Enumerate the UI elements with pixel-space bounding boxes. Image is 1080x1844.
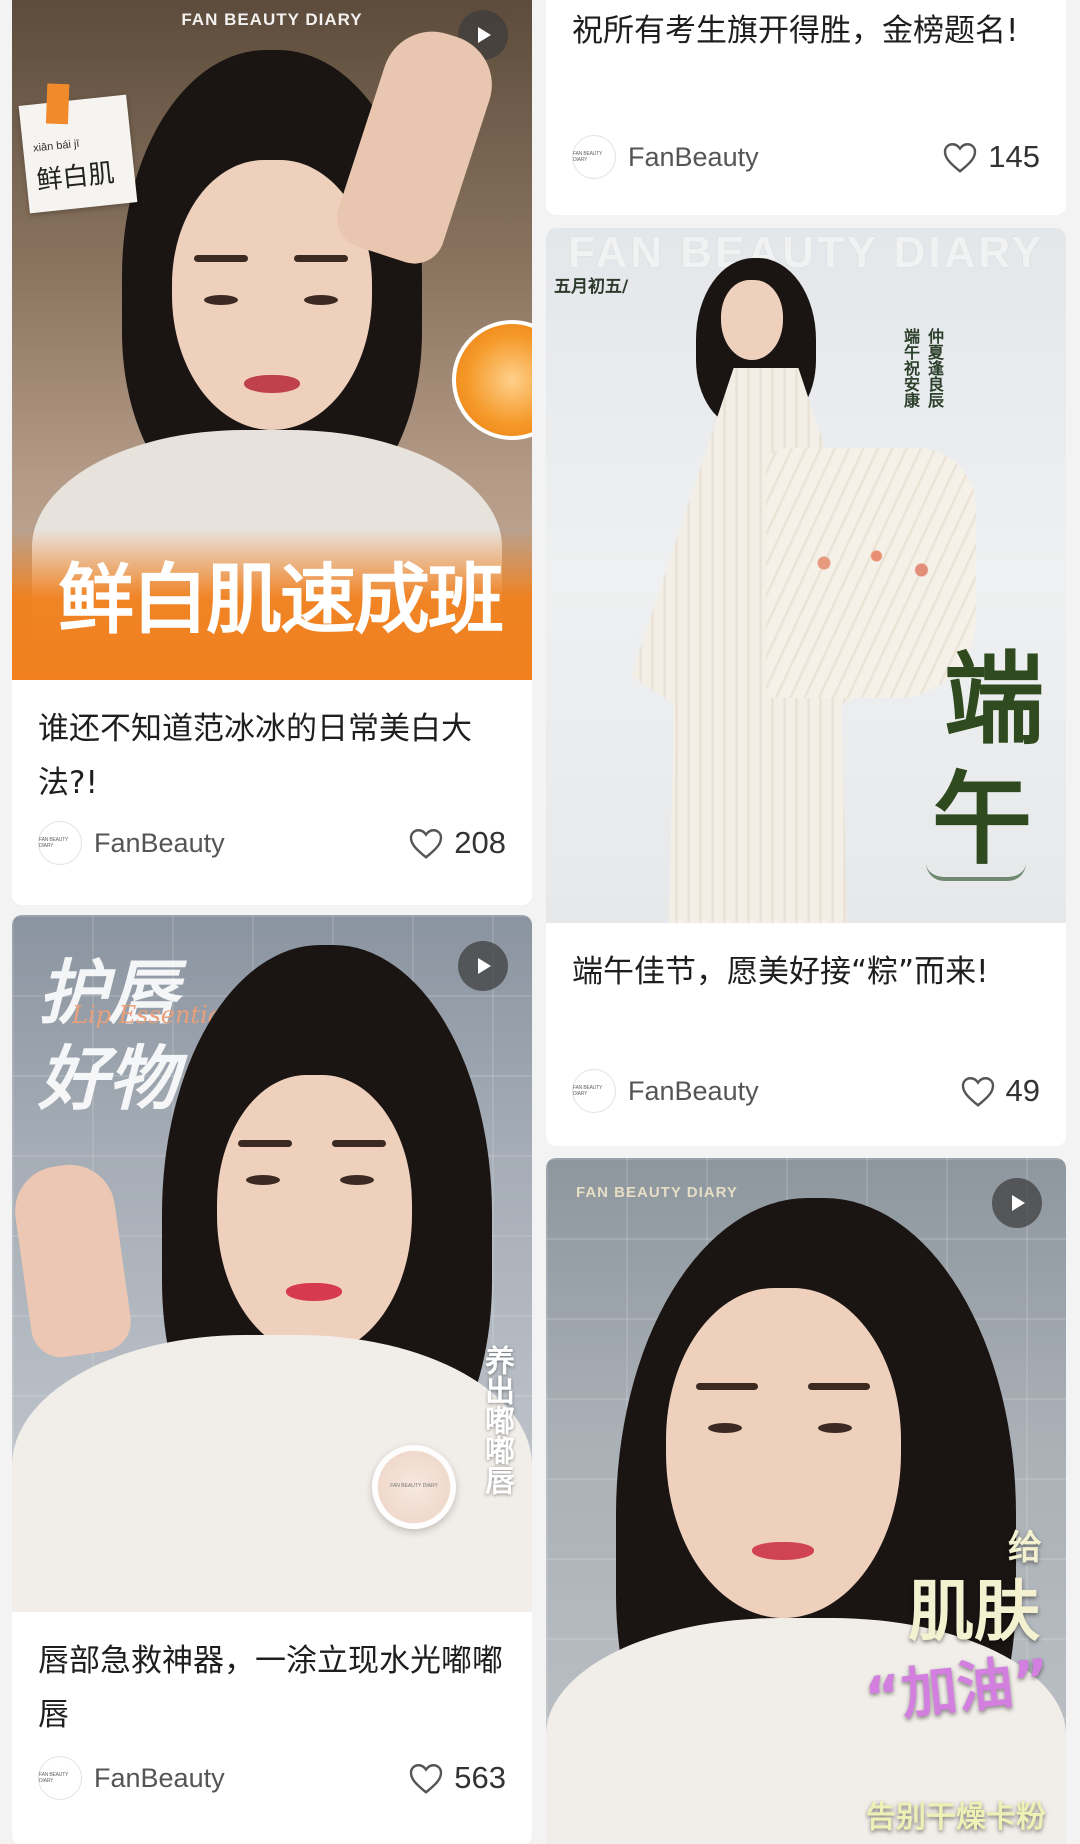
- like-button[interactable]: 49: [960, 1073, 1040, 1109]
- cover-vertical-text: 养出嘟嘟唇: [479, 1345, 514, 1495]
- brand-watermark: FAN BEAUTY DIARY: [181, 10, 363, 29]
- author-name[interactable]: FanBeauty: [628, 1076, 960, 1107]
- note-title: 端午佳节，愿美好接“粽”而来!: [572, 954, 989, 990]
- cover-sticky-label: xiān bái jī 鲜白肌: [18, 83, 138, 214]
- note-cover-image[interactable]: FAN BEAUTY DIARY 五月初五/ 仲夏逢良辰 端午祝安康 端 午: [546, 228, 1066, 923]
- like-count: 49: [1005, 1073, 1040, 1108]
- author-avatar[interactable]: FAN BEAUTY DIARY: [38, 1756, 82, 1800]
- author-avatar[interactable]: FAN BEAUTY DIARY: [572, 1069, 616, 1113]
- heart-outline-icon: [410, 1764, 443, 1794]
- brand-watermark: FAN BEAUTY DIARY: [576, 1184, 738, 1201]
- like-button[interactable]: 208: [408, 825, 506, 861]
- note-title: 谁还不知道范冰冰的日常美白大法?!: [38, 711, 472, 801]
- dragon-boat-graphic: [926, 863, 1026, 881]
- cover-headline: 鲜白肌速成班: [58, 555, 504, 644]
- cover-footer-text: 告别干燥卡粉: [866, 1800, 1046, 1835]
- author-avatar[interactable]: FAN BEAUTY DIARY: [572, 135, 616, 179]
- play-icon[interactable]: [992, 1178, 1042, 1228]
- heart-outline-icon: [410, 829, 443, 859]
- note-meta: FAN BEAUTY DIARY FanBeauty 49: [572, 1068, 1040, 1114]
- note-card[interactable]: 祝所有考生旗开得胜，金榜题名! FAN BEAUTY DIARY FanBeau…: [546, 0, 1066, 215]
- author-name[interactable]: FanBeauty: [94, 1763, 408, 1794]
- like-count: 208: [454, 825, 506, 860]
- note-card[interactable]: FAN BEAUTY DIARY 肌肤 给 “加油” 告别干燥卡粉: [546, 1158, 1066, 1844]
- play-icon[interactable]: [458, 941, 508, 991]
- note-cover-image[interactable]: FAN BEAUTY DIARY 肌肤 给 “加油” 告别干燥卡粉: [546, 1158, 1066, 1844]
- note-card[interactable]: 护唇 好物 Lip Essentials FAN BEAUTY DIARY 养出…: [12, 915, 532, 1844]
- note-cover-image[interactable]: 护唇 好物 Lip Essentials FAN BEAUTY DIARY 养出…: [12, 915, 532, 1612]
- note-title: 唇部急救神器，一涂立现水光嘟嘟唇: [38, 1643, 503, 1733]
- like-count: 563: [454, 1760, 506, 1795]
- cover-poem-right: 仲夏逢良辰: [925, 328, 944, 408]
- heart-outline-icon: [944, 143, 977, 173]
- cover-headline-bottom: 午: [932, 760, 1032, 878]
- like-count: 145: [988, 139, 1040, 174]
- note-card[interactable]: FAN BEAUTY DIARY xiān bái jī 鲜白肌 鲜白肌速成班 …: [12, 0, 532, 905]
- brand-watermark: FAN BEAUTY DIARY: [568, 228, 1044, 277]
- like-button[interactable]: 145: [942, 139, 1040, 175]
- note-meta: FAN BEAUTY DIARY FanBeauty 145: [572, 134, 1040, 180]
- note-feed: FAN BEAUTY DIARY xiān bái jī 鲜白肌 鲜白肌速成班 …: [0, 0, 1080, 1844]
- like-button[interactable]: 563: [408, 1760, 506, 1796]
- note-title: 祝所有考生旗开得胜，金榜题名!: [572, 13, 1019, 49]
- tape-strip: [45, 83, 70, 125]
- author-avatar[interactable]: FAN BEAUTY DIARY: [38, 821, 82, 865]
- cover-date: 五月初五/: [554, 277, 629, 297]
- note-meta: FAN BEAUTY DIARY FanBeauty 208: [38, 820, 506, 866]
- heart-outline-icon: [961, 1077, 994, 1107]
- cover-headline-give: 给: [1008, 1528, 1042, 1568]
- note-cover-image[interactable]: FAN BEAUTY DIARY xiān bái jī 鲜白肌 鲜白肌速成班: [12, 0, 532, 680]
- author-name[interactable]: FanBeauty: [94, 828, 408, 859]
- floral-pattern: [794, 528, 944, 598]
- author-name[interactable]: FanBeauty: [628, 142, 942, 173]
- cover-headline-line2: 好物: [38, 1038, 178, 1120]
- note-card[interactable]: FAN BEAUTY DIARY 五月初五/ 仲夏逢良辰 端午祝安康 端 午 端…: [546, 228, 1066, 1146]
- product-compact: FAN BEAUTY DIARY: [372, 1445, 456, 1529]
- orange-slice-graphic: [452, 320, 532, 440]
- cover-poem-left: 端午祝安康: [901, 328, 920, 408]
- note-meta: FAN BEAUTY DIARY FanBeauty 563: [38, 1755, 506, 1801]
